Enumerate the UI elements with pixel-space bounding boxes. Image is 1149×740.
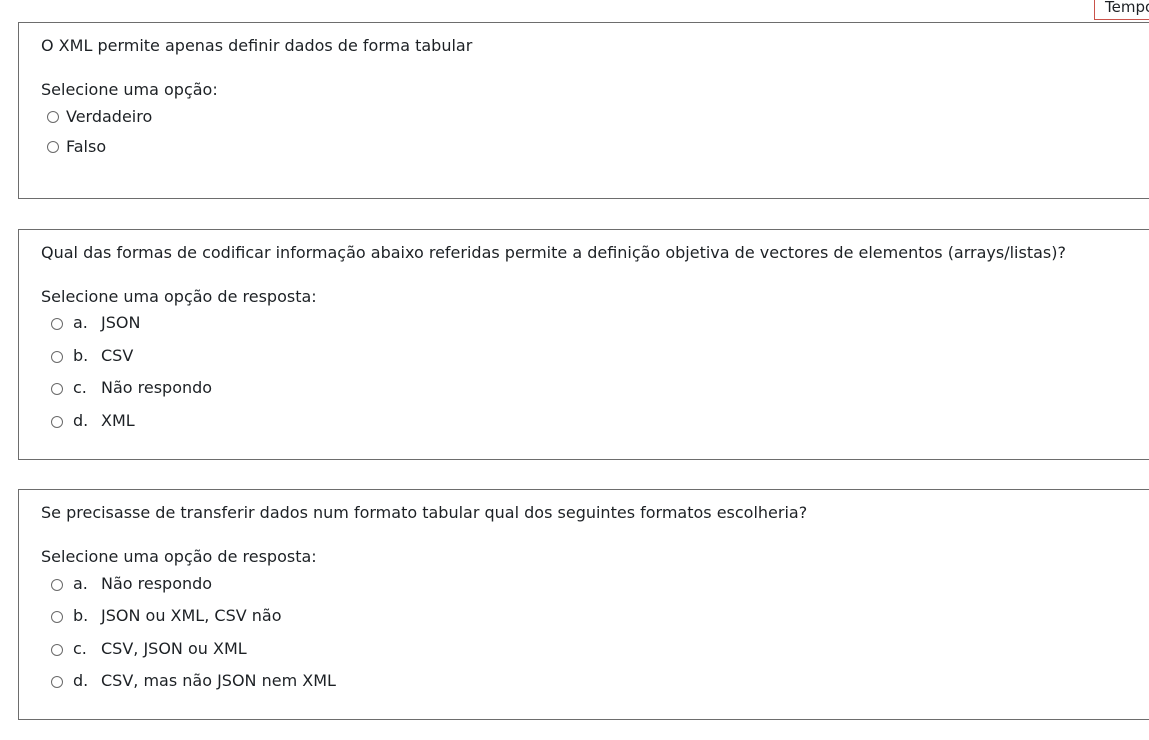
question-text: O XML permite apenas definir dados de fo… bbox=[41, 36, 473, 55]
option-label: CSV, mas não JSON nem XML bbox=[101, 671, 336, 690]
radio-button[interactable] bbox=[51, 644, 63, 656]
radio-button[interactable] bbox=[47, 140, 59, 153]
option-label: XML bbox=[101, 411, 135, 430]
radio-button[interactable] bbox=[51, 383, 63, 395]
question-card-1: O XML permite apenas definir dados de fo… bbox=[18, 22, 1149, 199]
radio-button[interactable] bbox=[51, 318, 63, 330]
question-card-2: Qual das formas de codificar informação … bbox=[18, 229, 1149, 460]
option-label: CSV, JSON ou XML bbox=[101, 639, 247, 658]
option-label: Não respondo bbox=[101, 378, 213, 397]
option-verdadeiro[interactable]: Verdadeiro bbox=[47, 107, 152, 126]
answer-prompt: Selecione uma opção: bbox=[41, 80, 218, 99]
radio-button[interactable] bbox=[51, 351, 63, 363]
answer-prompt: Selecione uma opção de resposta: bbox=[41, 287, 317, 306]
option-label: CSV bbox=[101, 346, 134, 365]
option-letter: a. bbox=[73, 313, 88, 332]
option-b[interactable]: b. CSV bbox=[51, 346, 133, 365]
radio-button[interactable] bbox=[47, 110, 59, 123]
question-text: Se precisasse de transferir dados num fo… bbox=[41, 503, 808, 522]
timer-tab[interactable]: Tempo bbox=[1094, 0, 1149, 20]
option-letter: b. bbox=[73, 346, 89, 365]
option-letter: c. bbox=[73, 639, 87, 658]
option-c[interactable]: c. Não respondo bbox=[51, 378, 212, 397]
option-d[interactable]: d. CSV, mas não JSON nem XML bbox=[51, 671, 336, 690]
option-label: JSON ou XML, CSV não bbox=[101, 606, 282, 625]
radio-button[interactable] bbox=[51, 611, 63, 623]
option-d[interactable]: d. XML bbox=[51, 411, 135, 430]
option-letter: b. bbox=[73, 606, 89, 625]
option-falso[interactable]: Falso bbox=[47, 137, 106, 156]
option-letter: c. bbox=[73, 378, 87, 397]
option-a[interactable]: a. JSON bbox=[51, 313, 140, 332]
question-card-3: Se precisasse de transferir dados num fo… bbox=[18, 489, 1149, 720]
option-label: Verdadeiro bbox=[66, 107, 153, 126]
option-letter: d. bbox=[73, 671, 89, 690]
option-letter: d. bbox=[73, 411, 89, 430]
question-text: Qual das formas de codificar informação … bbox=[41, 243, 1066, 262]
option-letter: a. bbox=[73, 574, 88, 593]
option-label: Não respondo bbox=[101, 574, 213, 593]
radio-button[interactable] bbox=[51, 579, 63, 591]
radio-button[interactable] bbox=[51, 416, 63, 428]
option-b[interactable]: b. JSON ou XML, CSV não bbox=[51, 606, 281, 625]
option-c[interactable]: c. CSV, JSON ou XML bbox=[51, 639, 247, 658]
timer-label: Tempo bbox=[1105, 0, 1149, 16]
option-label: JSON bbox=[101, 313, 141, 332]
option-label: Falso bbox=[66, 137, 107, 156]
answer-prompt: Selecione uma opção de resposta: bbox=[41, 547, 317, 566]
radio-button[interactable] bbox=[51, 676, 63, 688]
option-a[interactable]: a. Não respondo bbox=[51, 574, 212, 593]
